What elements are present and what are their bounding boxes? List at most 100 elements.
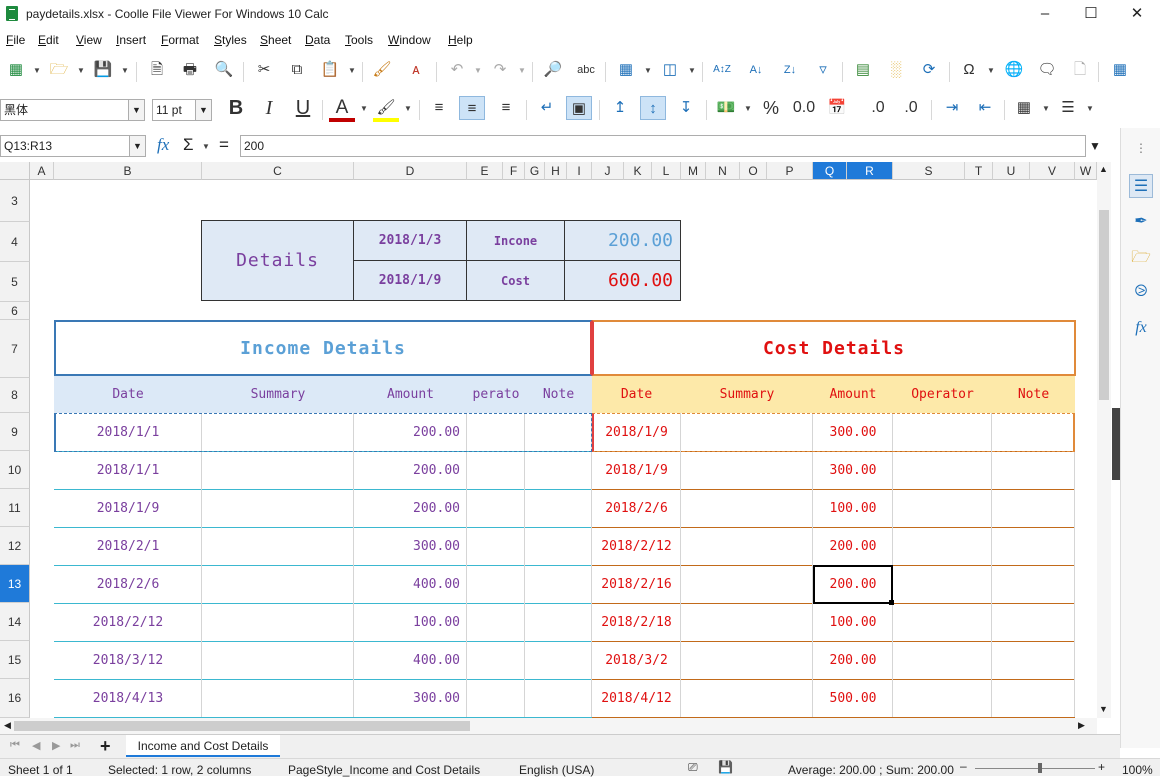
minimize-button[interactable]: – [1022, 0, 1068, 28]
cost-amount-cell[interactable]: 200.00 [813, 641, 893, 679]
styles-icon[interactable]: ✒ [1129, 210, 1153, 234]
function-wizard-icon[interactable]: fx [157, 135, 169, 155]
increase-indent-icon[interactable]: ⇥ [939, 96, 965, 120]
menu-format[interactable]: Format [161, 33, 199, 47]
formula-input[interactable]: 200 [240, 135, 1086, 157]
prev-sheet-icon[interactable]: ◀ [32, 739, 40, 752]
name-box[interactable]: Q13:R13 ▼ [0, 135, 146, 157]
column-header[interactable]: B [54, 162, 202, 180]
print-preview-icon[interactable]: 🔍 [211, 58, 237, 82]
row-header[interactable]: 14 [0, 603, 30, 641]
column-header[interactable]: N [706, 162, 740, 180]
open-icon[interactable]: 🗁 [46, 58, 72, 82]
chevron-down-icon[interactable]: ▼ [128, 100, 144, 120]
column-header[interactable]: U [993, 162, 1030, 180]
column-header[interactable]: L [652, 162, 681, 180]
date-format-icon[interactable]: 📅 [824, 96, 850, 120]
menu-help[interactable]: Help [448, 33, 473, 47]
more-options-icon[interactable]: ⋮ [1129, 136, 1153, 160]
cost-amount-cell[interactable]: 100.00 [813, 489, 893, 527]
align-vcenter-icon[interactable]: ↕ [640, 96, 666, 120]
clear-formatting-icon[interactable]: ᴀ [403, 58, 429, 82]
functions-icon[interactable]: fx [1129, 316, 1153, 340]
cost-date-cell[interactable]: 2018/2/16 [592, 565, 681, 603]
column-icon[interactable]: ◫ [657, 58, 683, 82]
highlight-dropdown[interactable]: ▼ [404, 104, 412, 113]
row-header[interactable]: 13 [0, 565, 30, 603]
column-header[interactable]: M [681, 162, 706, 180]
scroll-left-icon[interactable]: ◀ [4, 720, 11, 731]
define-print-area-icon[interactable]: ▦ [1107, 58, 1133, 82]
row-header[interactable]: 6 [0, 302, 30, 320]
column-header[interactable]: W [1075, 162, 1097, 180]
row-header[interactable]: 10 [0, 451, 30, 489]
currency-format-icon[interactable]: 💵 [713, 96, 739, 120]
row-header[interactable]: 12 [0, 527, 30, 565]
column-header[interactable]: P [767, 162, 813, 180]
column-header[interactable]: H [545, 162, 567, 180]
fill-handle[interactable] [889, 600, 894, 605]
autofilter-icon[interactable]: ▿ [810, 58, 836, 82]
align-top-icon[interactable]: ↥ [607, 96, 633, 120]
menu-edit[interactable]: Edit [38, 33, 59, 47]
align-center-icon[interactable]: ≡ [459, 96, 485, 120]
maximize-button[interactable]: ☐ [1068, 0, 1114, 28]
special-character-dropdown[interactable]: ▼ [987, 66, 995, 75]
pivot-table-icon[interactable]: ⟳ [916, 58, 942, 82]
row-header[interactable]: 5 [0, 262, 30, 302]
income-date-cell[interactable]: 2018/1/9 [54, 489, 202, 527]
column-header[interactable]: C [202, 162, 354, 180]
cut-icon[interactable]: ✂ [251, 58, 277, 82]
delete-decimal-icon[interactable]: .0 [898, 96, 924, 120]
open-dropdown[interactable]: ▼ [77, 66, 85, 75]
insert-chart-icon[interactable]: ░ [883, 58, 909, 82]
hyperlink-icon[interactable]: 🌐 [1001, 58, 1027, 82]
font-color-dropdown[interactable]: ▼ [360, 104, 368, 113]
income-date-cell[interactable]: 2018/3/12 [54, 641, 202, 679]
menu-insert[interactable]: Insert [116, 33, 146, 47]
column-header[interactable]: O [740, 162, 767, 180]
cost-date-cell[interactable]: 2018/2/12 [592, 527, 681, 565]
undo-icon[interactable]: ↶ [444, 58, 470, 82]
column-dropdown[interactable]: ▼ [688, 66, 696, 75]
income-amount-cell[interactable]: 400.00 [354, 641, 460, 679]
income-amount-cell[interactable]: 400.00 [354, 565, 460, 603]
percent-format-icon[interactable]: % [758, 96, 784, 120]
insert-image-icon[interactable]: ▤ [850, 58, 876, 82]
menu-file[interactable]: File [6, 33, 25, 47]
zoom-out-icon[interactable]: – [960, 759, 967, 773]
next-sheet-icon[interactable]: ▶ [52, 739, 60, 752]
gallery-icon[interactable]: 🗁 [1129, 246, 1153, 270]
cost-amount-cell[interactable]: 500.00 [813, 679, 893, 717]
menu-window[interactable]: Window [388, 33, 431, 47]
new-icon[interactable]: ▦ [3, 58, 29, 82]
sum-dropdown[interactable]: ▼ [202, 142, 210, 151]
add-sheet-icon[interactable]: + [100, 736, 111, 757]
underline-icon[interactable]: U [290, 96, 316, 120]
menu-styles[interactable]: Styles [214, 33, 247, 47]
row-header[interactable]: 4 [0, 222, 30, 262]
column-header[interactable]: A [30, 162, 54, 180]
column-header[interactable]: R [847, 162, 893, 180]
cost-date-cell[interactable]: 2018/4/12 [592, 679, 681, 717]
sheet-tab-active[interactable]: Income and Cost Details [126, 735, 280, 757]
horizontal-scrollbar[interactable]: ◀ ▶ [0, 718, 1097, 734]
expand-formula-icon[interactable]: ▼ [1089, 139, 1101, 153]
row-header[interactable]: 9 [0, 413, 30, 451]
cost-amount-cell[interactable]: 100.00 [813, 603, 893, 641]
row-icon[interactable]: ▦ [613, 58, 639, 82]
zoom-in-icon[interactable]: + [1098, 760, 1105, 774]
column-header[interactable]: F [503, 162, 525, 180]
add-decimal-icon[interactable]: .0 [865, 96, 891, 120]
borders-icon[interactable]: ▦ [1011, 96, 1037, 120]
properties-icon[interactable]: ☰ [1129, 174, 1153, 198]
copy-icon[interactable]: ⧉ [284, 58, 310, 82]
column-header[interactable]: S [893, 162, 965, 180]
paste-dropdown[interactable]: ▼ [348, 66, 356, 75]
row-header[interactable]: 3 [0, 180, 30, 222]
column-header[interactable]: K [624, 162, 652, 180]
align-bottom-icon[interactable]: ↧ [673, 96, 699, 120]
save-dropdown[interactable]: ▼ [121, 66, 129, 75]
clone-formatting-icon[interactable]: 🖌 [369, 58, 395, 82]
income-date-cell[interactable]: 2018/2/6 [54, 565, 202, 603]
